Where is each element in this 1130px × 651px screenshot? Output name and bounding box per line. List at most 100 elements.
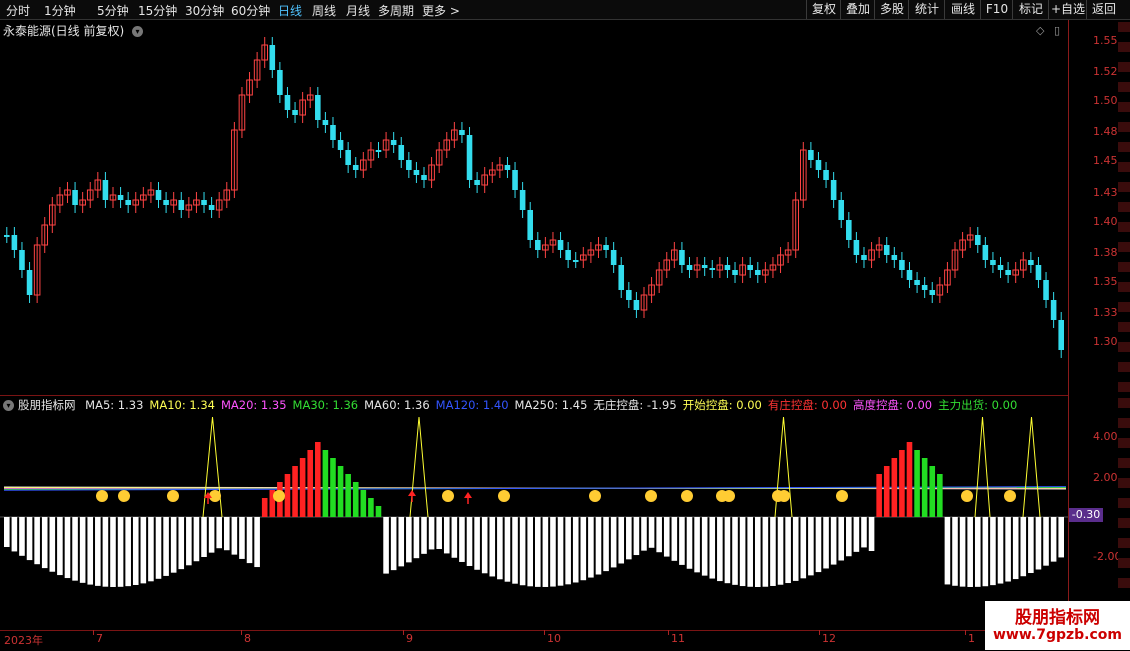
histogram-bar: [853, 517, 860, 552]
histogram-bar: [406, 517, 412, 563]
candle-body: [102, 180, 109, 200]
candle-body: [861, 255, 867, 260]
candle-body: [572, 260, 579, 262]
candle-body: [823, 170, 829, 180]
candle-body: [390, 140, 397, 145]
histogram-bar: [709, 517, 716, 579]
histogram-bar: [239, 517, 245, 559]
candle-body: [830, 180, 837, 200]
histogram-bar: [861, 517, 867, 548]
histogram-bar: [315, 442, 321, 517]
histogram-bar: [459, 517, 465, 562]
candle-body: [11, 235, 18, 250]
histogram-bar: [663, 517, 670, 557]
candle-body: [557, 240, 564, 250]
histogram-bar: [565, 517, 571, 585]
kline-chart[interactable]: [0, 0, 1068, 630]
candle-body: [26, 270, 33, 295]
histogram-bar: [906, 442, 913, 517]
histogram-bar: [155, 517, 162, 579]
histogram-bar: [117, 517, 124, 587]
candle-body: [315, 95, 321, 120]
candle-body: [686, 265, 693, 270]
candle-body: [709, 268, 716, 270]
histogram-bar: [497, 517, 503, 580]
histogram-bar: [527, 517, 533, 587]
month-label: 10: [547, 632, 561, 645]
candle-body: [921, 285, 928, 290]
candle-body: [815, 160, 822, 170]
price-label: 1.33: [1093, 306, 1118, 319]
histogram-bar: [914, 450, 920, 517]
histogram-bar: [125, 517, 131, 587]
candle-body: [504, 165, 511, 170]
histogram-bar: [618, 517, 625, 564]
candle-body: [1050, 300, 1057, 320]
histogram-bar: [284, 474, 291, 517]
histogram-bar: [481, 517, 488, 574]
date-year-label: 2023年: [4, 634, 43, 647]
histogram-bar: [982, 517, 989, 587]
histogram-bar: [102, 517, 109, 587]
back-button[interactable]: 返回: [1086, 0, 1121, 19]
candle-body: [375, 150, 382, 152]
price-label: 1.40: [1093, 215, 1118, 228]
candle-body: [906, 270, 913, 280]
candle-body: [701, 265, 708, 268]
candle-body: [292, 110, 298, 115]
face-marker: [118, 490, 130, 502]
histogram-bar: [72, 517, 78, 581]
histogram-bar: [762, 517, 769, 587]
histogram-bar: [4, 517, 10, 547]
histogram-bar: [1043, 517, 1049, 566]
candle-body: [1028, 260, 1034, 265]
histogram-bar: [307, 450, 314, 517]
histogram-bar: [846, 517, 852, 557]
histogram-bar: [398, 517, 405, 567]
histogram-bar: [679, 517, 685, 565]
candle-body: [626, 290, 632, 300]
histogram-bar: [504, 517, 511, 582]
histogram-bar: [747, 517, 753, 587]
face-marker: [961, 490, 973, 502]
histogram-bar: [390, 517, 397, 571]
histogram-bar: [937, 474, 943, 517]
month-tick: [819, 630, 820, 635]
candle-body: [990, 260, 996, 265]
face-marker: [645, 490, 657, 502]
histogram-bar: [79, 517, 86, 583]
histogram-bar: [208, 517, 215, 553]
histogram-bar: [588, 517, 594, 578]
histogram-bar: [701, 517, 708, 576]
histogram-bar: [944, 517, 951, 585]
histogram-bar: [595, 517, 602, 575]
candle-body: [269, 45, 276, 70]
histogram-bar: [800, 517, 807, 579]
histogram-bar: [474, 517, 480, 570]
candle-body: [201, 200, 207, 205]
candle-body: [853, 240, 860, 255]
candle-body: [610, 250, 617, 265]
candle-body: [527, 210, 533, 240]
face-marker: [273, 490, 285, 502]
histogram-bar: [626, 517, 632, 560]
histogram-bar: [519, 517, 526, 586]
candle-body: [459, 130, 465, 135]
candle-body: [891, 255, 898, 260]
histogram-bar: [34, 517, 40, 565]
candle-body: [284, 95, 291, 110]
candle-body: [421, 175, 427, 180]
up-arrow-icon: [464, 492, 472, 498]
candle-body: [838, 200, 845, 220]
histogram-bar: [550, 517, 556, 587]
histogram-bar: [428, 517, 435, 550]
signal-spike: [1022, 416, 1041, 518]
histogram-bar: [186, 517, 192, 566]
candle-body: [899, 260, 905, 270]
histogram-bar: [216, 517, 222, 549]
histogram-bar: [823, 517, 829, 569]
histogram-bar: [921, 458, 928, 517]
histogram-bar: [254, 517, 260, 568]
price-label: 1.38: [1093, 246, 1118, 259]
candle-body: [125, 200, 131, 205]
